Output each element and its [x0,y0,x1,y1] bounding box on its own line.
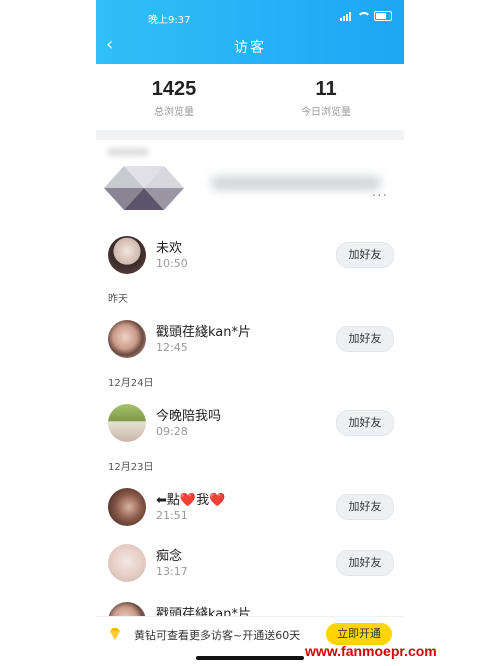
status-icons [340,11,392,21]
date-header: 昨天 [108,294,128,305]
status-bar: 晚上9:37 [96,8,404,26]
diamond-icon [110,628,120,640]
visit-time: 09:28 [156,425,188,438]
list-item[interactable]: 痴念 13:17 加好友 [96,538,404,594]
status-time: 晚上9:37 [148,15,191,26]
visit-time: 21:51 [156,509,188,522]
blurred-name [211,176,381,190]
avatar [108,320,146,358]
battery-icon [374,11,392,21]
total-views-value: 1425 [151,78,197,100]
total-views-label: 总浏览量 [154,107,194,118]
visitor-name: 今晚陪我吗 [156,409,222,424]
avatar [108,544,146,582]
open-vip-button[interactable]: 立即开通 [326,623,392,645]
visitor-name: 痴念 [156,549,183,564]
today-views-label: 今日浏览量 [301,107,351,118]
wifi-icon [357,12,371,20]
blurred-avatar [104,166,184,210]
add-friend-button[interactable]: 加好友 [336,410,394,436]
visitor-name: ⬅點❤️我❤️ [156,493,226,508]
today-views: 11 今日浏览量 [256,78,396,118]
stats-panel: 1425 总浏览量 11 今日浏览量 [96,64,404,130]
home-indicator [196,656,304,660]
visit-time: 10:50 [156,257,188,270]
add-friend-button[interactable]: 加好友 [336,242,394,268]
add-friend-button[interactable]: 加好友 [336,326,394,352]
avatar [108,488,146,526]
date-header: 12月23日 [108,462,154,473]
add-friend-button[interactable]: 加好友 [336,550,394,576]
nav-bar: ‹ 访客 [96,34,404,58]
more-icon[interactable]: ··· [372,188,388,204]
signal-icon [340,11,351,21]
watermark-text: www.fanmoepr.com [305,643,437,659]
page-title: 访客 [234,40,266,56]
total-views: 1425 总浏览量 [104,78,244,118]
blurred-visitor-row: ··· [96,148,404,226]
section-divider [96,130,404,140]
add-friend-button[interactable]: 加好友 [336,494,394,520]
visit-time: 13:17 [156,565,188,578]
date-header: 12月24日 [108,378,154,389]
avatar [108,404,146,442]
list-item[interactable]: 今晚陪我吗 09:28 加好友 [96,398,404,454]
today-views-value: 11 [315,78,337,100]
avatar [108,236,146,274]
visitor-name: 戳頭荏綫kan*片 [156,325,252,340]
list-item[interactable]: 未欢 10:50 加好友 [96,230,404,286]
phone-screen: 晚上9:37 ‹ 访客 1425 总浏览量 11 今日浏览量 ··· 未欢 10… [96,0,404,666]
list-item[interactable]: 戳頭荏綫kan*片 12:45 加好友 [96,314,404,370]
blurred-date [108,148,148,156]
header: 晚上9:37 ‹ 访客 [96,0,404,64]
visit-time: 12:45 [156,341,188,354]
banner-text: 黄钻可查看更多访客~开通送60天 [134,629,301,642]
visitor-name: 未欢 [156,241,183,256]
list-item[interactable]: ⬅點❤️我❤️ 21:51 加好友 [96,482,404,538]
